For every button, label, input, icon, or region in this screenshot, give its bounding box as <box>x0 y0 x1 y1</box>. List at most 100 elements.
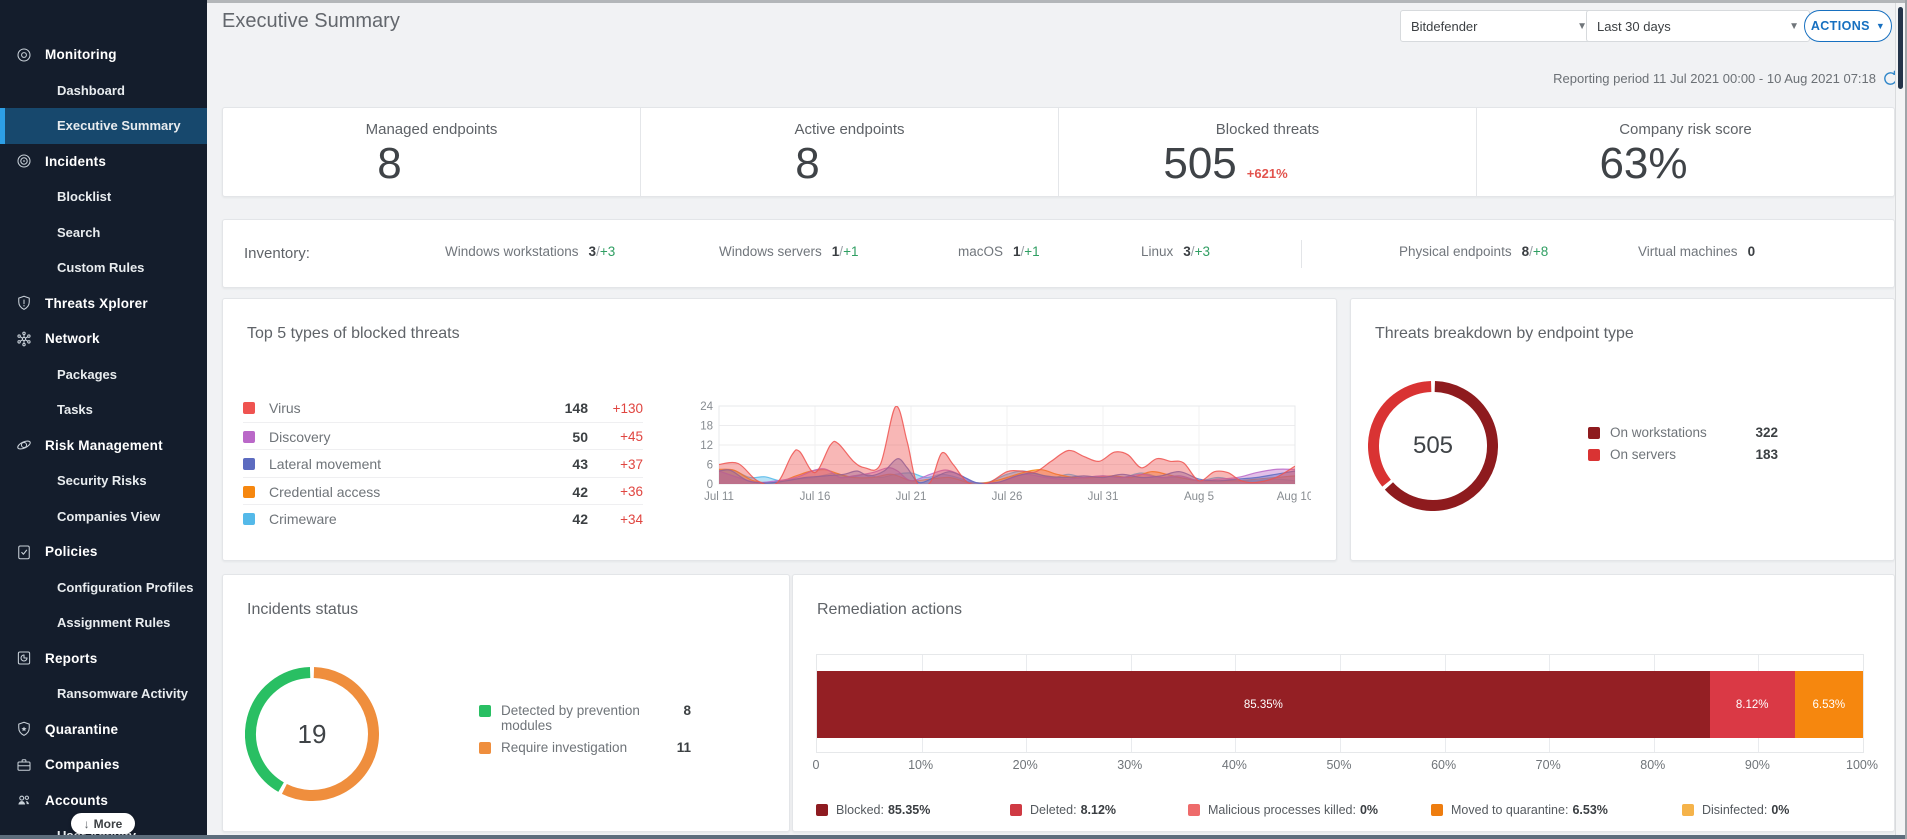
sidebar-item-assignment-rules[interactable]: Assignment Rules <box>0 605 207 641</box>
sidebar-item-label: Packages <box>57 367 117 382</box>
actions-button-label: ACTIONS <box>1811 19 1870 33</box>
inventory-item-linux: Linux3/+3 <box>1141 244 1210 262</box>
period-filter-value: Last 30 days <box>1597 19 1671 34</box>
network-icon <box>15 330 33 348</box>
sidebar-item-executive-summary[interactable]: Executive Summary <box>0 108 207 144</box>
threat-type-delta: +34 <box>588 512 643 527</box>
inventory-item-value: 1 <box>1013 244 1021 259</box>
bar-segment-moved-to-quarantine: 6.53% <box>1795 671 1863 738</box>
sidebar-item-incidents[interactable]: Incidents <box>0 144 207 180</box>
sidebar-item-search[interactable]: Search <box>0 215 207 251</box>
stat-delta: +621% <box>1247 166 1288 181</box>
svg-text:Jul 16: Jul 16 <box>800 491 831 503</box>
inventory-item-windows-workstations: Windows workstations3/+3 <box>445 244 615 262</box>
sidebar-item-tasks[interactable]: Tasks <box>0 392 207 428</box>
sidebar-item-security-risks[interactable]: Security Risks <box>0 463 207 499</box>
inventory-item-virtual-machines: Virtual machines0 <box>1638 244 1755 262</box>
svg-text:18: 18 <box>700 421 713 433</box>
inventory-item-delta: +1 <box>1024 244 1039 259</box>
sidebar-item-quarantine[interactable]: Quarantine <box>0 712 207 748</box>
scrollbar-thumb[interactable] <box>1898 7 1903 89</box>
actions-button[interactable]: ACTIONS ▼ <box>1804 10 1892 42</box>
inventory-item-name: Windows workstations <box>445 244 579 259</box>
x-axis-tick: 90% <box>1729 758 1785 772</box>
sidebar-item-label: Assignment Rules <box>57 615 170 630</box>
threat-type-name: Crimeware <box>269 511 538 527</box>
legend-swatch-icon <box>816 804 828 816</box>
remediation-x-axis: 010%20%30%40%50%60%70%80%90%100% <box>816 758 1862 774</box>
inventory-item-value: 1 <box>832 244 840 259</box>
inventory-item-value: 3 <box>589 244 597 259</box>
bar-segment-label: 8.12% <box>1736 699 1769 711</box>
monitoring-icon <box>15 46 33 64</box>
svg-text:Jul 31: Jul 31 <box>1088 491 1119 503</box>
x-axis-tick: 60% <box>1416 758 1472 772</box>
stat-value: 8 <box>795 138 819 190</box>
x-axis-tick: 20% <box>997 758 1053 772</box>
sidebar-item-threats-xplorer[interactable]: Threats Xplorer <box>0 286 207 322</box>
bar-segment-label: 85.35% <box>1244 699 1283 711</box>
incidents-icon <box>15 152 33 170</box>
sidebar-item-label: Companies View <box>57 509 160 524</box>
legend-swatch-icon <box>1431 804 1443 816</box>
threat-type-delta: +45 <box>588 429 643 444</box>
sidebar-item-monitoring[interactable]: Monitoring <box>0 37 207 73</box>
chevron-down-icon: ▼ <box>1876 21 1885 31</box>
legend-item-disinfected: Disinfected:0% <box>1682 803 1789 817</box>
company-filter-select[interactable]: Bitdefender ▼ <box>1400 10 1598 42</box>
sidebar-item-network[interactable]: Network <box>0 321 207 357</box>
threat-type-row-credential-access: Credential access42+36 <box>243 477 643 506</box>
period-filter-select[interactable]: Last 30 days ▼ <box>1586 10 1810 42</box>
sidebar-more-button[interactable]: ↓ More <box>71 813 135 834</box>
bar-segment-deleted: 8.12% <box>1710 671 1795 738</box>
x-axis-tick: 10% <box>893 758 949 772</box>
sidebar-item-risk-management[interactable]: Risk Management <box>0 428 207 464</box>
threat-type-name: Virus <box>269 400 538 416</box>
threat-type-count: 50 <box>538 429 588 445</box>
policies-icon <box>15 543 33 561</box>
sidebar-item-ransomware-activity[interactable]: Ransomware Activity <box>0 676 207 712</box>
svg-text:Jul 26: Jul 26 <box>992 491 1023 503</box>
legend-name: Malicious processes killed: <box>1208 803 1356 817</box>
sidebar-item-dashboard[interactable]: Dashboard <box>0 73 207 109</box>
svg-text:Jul 21: Jul 21 <box>896 491 927 503</box>
sidebar-item-companies[interactable]: Companies <box>0 747 207 783</box>
gravityzone-app: MonitoringDashboard Executive Summary Inci… <box>0 0 1907 839</box>
stat-label: Blocked threats <box>1216 121 1319 138</box>
legend-swatch-icon <box>1188 804 1200 816</box>
top-threats-title: Top 5 types of blocked threats <box>247 325 460 343</box>
inventory-item-delta: +8 <box>1533 244 1548 259</box>
sidebar-item-configuration-profiles[interactable]: Configuration Profiles <box>0 570 207 606</box>
sidebar-item-label: Executive Summary <box>57 118 181 133</box>
inventory-item-name: Linux <box>1141 244 1173 259</box>
incidents-status-panel: Incidents status 19Detected by preventio… <box>222 574 790 832</box>
legend-value: 6.53% <box>1572 803 1607 817</box>
reporting-period-text: Reporting period 11 Jul 2021 00:00 - 10 … <box>900 71 1876 86</box>
inventory-item-name: Windows servers <box>719 244 822 259</box>
inventory-item-physical-endpoints: Physical endpoints8/+8 <box>1399 244 1548 262</box>
sidebar-item-reports[interactable]: Reports <box>0 641 207 677</box>
stat-value-row: 63% <box>1599 138 1687 190</box>
sidebar-item-label: Search <box>57 225 100 240</box>
legend-swatch-icon <box>479 705 491 717</box>
legend-name: Blocked: <box>836 803 884 817</box>
sidebar-item-policies[interactable]: Policies <box>0 534 207 570</box>
stat-value-row: 505 +621% <box>1163 138 1287 190</box>
x-axis-tick: 40% <box>1206 758 1262 772</box>
x-axis-tick: 30% <box>1102 758 1158 772</box>
inventory-item-value: 3 <box>1183 244 1191 259</box>
sidebar-item-custom-rules[interactable]: Custom Rules <box>0 250 207 286</box>
sidebar-item-companies-view[interactable]: Companies View <box>0 499 207 535</box>
legend-swatch-icon <box>1010 804 1022 816</box>
scrollbar-track[interactable] <box>1895 3 1905 835</box>
window-bottom-edge <box>0 835 1907 839</box>
inventory-card: Inventory: Windows workstations3/+3Windo… <box>222 219 1895 288</box>
stat-value: 505 <box>1163 138 1236 190</box>
legend-name: Require investigation <box>501 740 669 755</box>
inventory-item-value: 8 <box>1522 244 1530 259</box>
legend-row-on-workstations: On workstations322 <box>1588 425 1778 440</box>
threat-type-row-crimeware: Crimeware42+34 <box>243 504 643 533</box>
inventory-item-delta: +3 <box>1195 244 1210 259</box>
sidebar-item-blocklist[interactable]: Blocklist <box>0 179 207 215</box>
sidebar-item-packages[interactable]: Packages <box>0 357 207 393</box>
